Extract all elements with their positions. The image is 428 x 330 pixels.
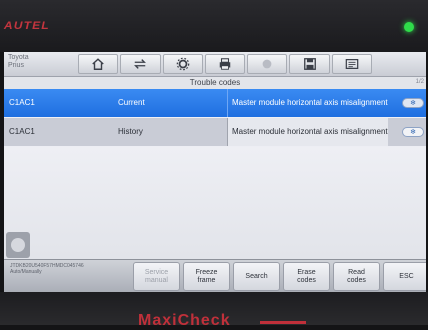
vehicle-model: Prius bbox=[8, 62, 24, 69]
list-empty-area bbox=[4, 147, 426, 259]
settings-gear-icon bbox=[176, 57, 190, 71]
info-button[interactable]: ❄ bbox=[402, 98, 424, 108]
info-button[interactable]: ❄ bbox=[402, 127, 424, 137]
data-log-icon bbox=[345, 59, 359, 69]
function-buttons: Service manual Freeze frame Search Erase… bbox=[133, 262, 426, 291]
dtc-code: C1AC1 bbox=[9, 98, 35, 107]
help-button[interactable] bbox=[247, 54, 288, 74]
screen: Toyota Prius Trouble codes 1/2 C1AC1 Cur… bbox=[4, 52, 426, 292]
scan-mode: Auto/Manually bbox=[10, 269, 42, 275]
code-row[interactable]: C1AC1 Current Master module horizontal a… bbox=[4, 89, 426, 117]
top-toolbar: Toyota Prius bbox=[4, 52, 426, 77]
code-row[interactable]: C1AC1 History Master module horizontal a… bbox=[4, 118, 426, 146]
vehicle-swap-button[interactable] bbox=[120, 54, 161, 74]
vehicle-swap-icon bbox=[134, 59, 147, 69]
read-codes-button[interactable]: Read codes bbox=[333, 262, 380, 291]
dtc-status: History bbox=[118, 127, 143, 136]
snowflake-icon: ❄ bbox=[410, 129, 416, 136]
erase-codes-button[interactable]: Erase codes bbox=[283, 262, 330, 291]
page-indicator: 1/2 bbox=[415, 79, 424, 85]
snowflake-icon: ❄ bbox=[410, 100, 416, 107]
bottom-function-bar: JTDKB20U540F57HMDC045746 Auto/Manually S… bbox=[4, 259, 426, 292]
device-bezel-top: AUTEL bbox=[0, 0, 428, 52]
data-log-button[interactable] bbox=[331, 54, 372, 74]
drawer-knob-icon bbox=[11, 238, 25, 252]
toolbar-buttons bbox=[78, 54, 374, 74]
vehicle-make: Toyota bbox=[8, 54, 29, 61]
freeze-frame-button[interactable]: Freeze frame bbox=[183, 262, 230, 291]
side-drawer-handle[interactable] bbox=[6, 232, 30, 258]
service-manual-button[interactable]: Service manual bbox=[133, 262, 180, 291]
vin-info: JTDKB20U540F57HMDC045746 Auto/Manually bbox=[10, 263, 130, 275]
help-icon bbox=[262, 59, 272, 69]
brand-logo-top: AUTEL bbox=[3, 20, 50, 32]
print-button[interactable] bbox=[204, 54, 246, 74]
power-indicator-icon bbox=[404, 22, 414, 32]
device-bezel-bottom: MaxiCheck bbox=[0, 292, 428, 329]
save-icon bbox=[303, 58, 316, 70]
vehicle-info: Toyota Prius bbox=[8, 54, 29, 70]
home-icon bbox=[92, 58, 104, 70]
esc-button[interactable]: ESC bbox=[383, 262, 426, 291]
search-button[interactable]: Search bbox=[233, 262, 280, 291]
dtc-code: C1AC1 bbox=[9, 127, 35, 136]
home-button[interactable] bbox=[78, 54, 119, 74]
print-icon bbox=[219, 58, 231, 70]
dtc-status: Current bbox=[118, 98, 145, 107]
dtc-description: Master module horizontal axis misalignme… bbox=[227, 89, 388, 117]
settings-button[interactable] bbox=[162, 54, 203, 74]
page-title: Trouble codes bbox=[189, 78, 241, 87]
brand-underline bbox=[260, 321, 306, 324]
save-button[interactable] bbox=[289, 54, 330, 74]
brand-logo-bottom: MaxiCheck bbox=[138, 312, 231, 329]
dtc-description: Master module horizontal axis misalignme… bbox=[227, 118, 388, 146]
